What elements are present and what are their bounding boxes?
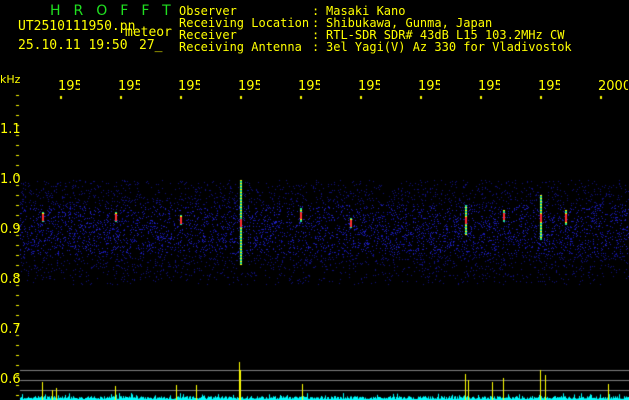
filename: UT2510111950.pn: [18, 19, 136, 34]
spectrogram: [0, 0, 629, 400]
hrofft-logo: HROFFT: [50, 3, 184, 19]
time-label: 2000: [598, 79, 628, 94]
time-label: 1957: [418, 79, 440, 94]
y-unit: kHz: [0, 73, 21, 86]
time-label: 1958: [478, 79, 500, 94]
freq-label: 1.1: [0, 122, 21, 137]
time-label: 1956: [358, 79, 380, 94]
info-colon: :: [312, 40, 320, 54]
time-label: 1952: [118, 79, 140, 94]
freq-label: 0.6: [0, 372, 21, 387]
time-label: 1955: [298, 79, 320, 94]
info-value: 3el Yagi(V) Az 330 for Vladivostok: [326, 40, 572, 54]
freq-label: 0.8: [0, 272, 21, 287]
freq-label: 0.7: [0, 322, 21, 337]
freq-label: 0.9: [0, 222, 21, 237]
time-label: 1954: [238, 79, 260, 94]
time-label: 1959: [538, 79, 560, 94]
info-label: Receiving Antenna: [179, 40, 302, 54]
time-label: 1951: [58, 79, 80, 94]
datetime: 25.10.11 19:50: [18, 38, 128, 53]
count: 27_: [139, 38, 163, 53]
freq-label: 1.0: [0, 172, 21, 187]
time-label: 1953: [178, 79, 200, 94]
